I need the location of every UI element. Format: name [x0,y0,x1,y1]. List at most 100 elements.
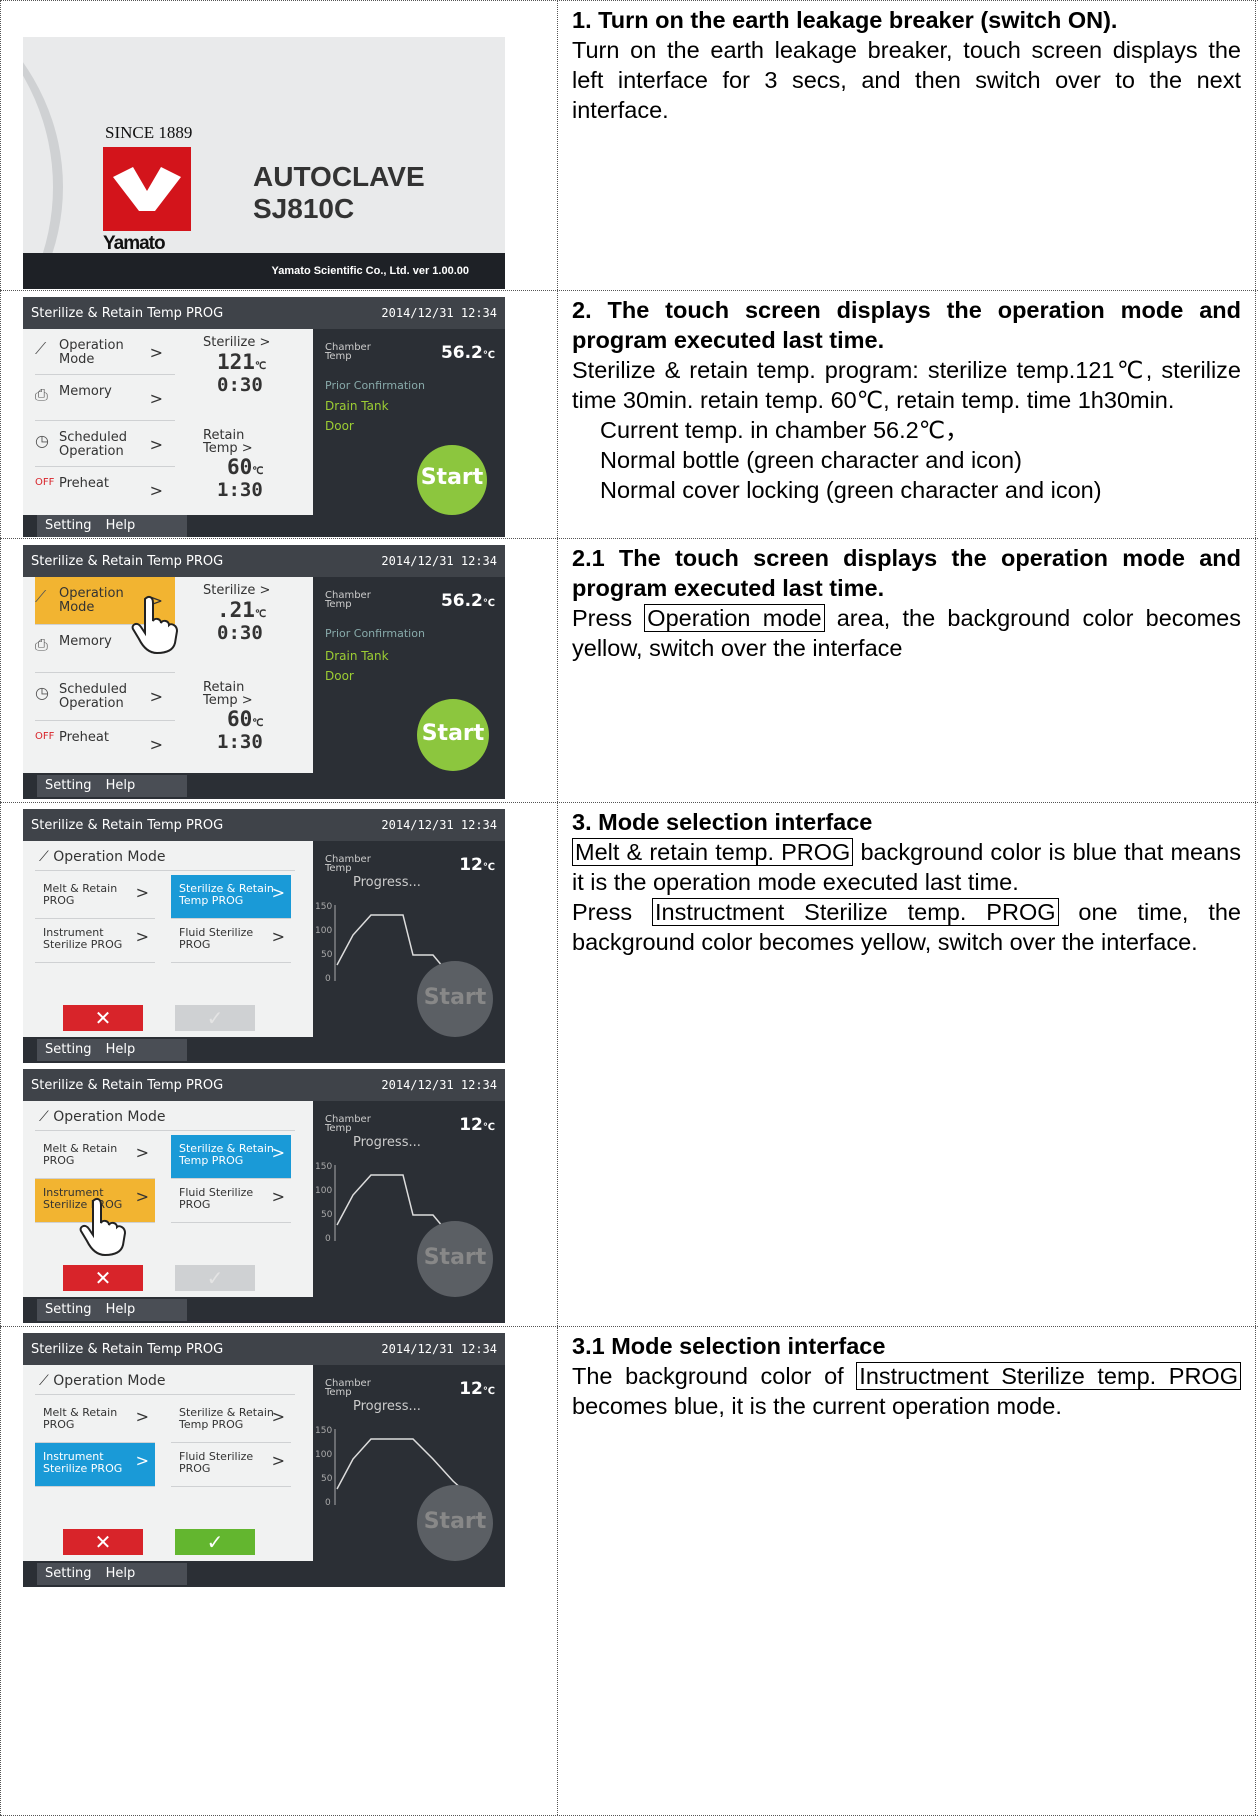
melt-retain-button[interactable]: Melt & Retain PROG > [35,875,155,919]
chart-icon: ⟋ [35,339,47,358]
start-button[interactable]: Start [417,445,487,515]
row-4-boxed-1: Melt & retain temp. PROG [572,838,854,866]
setting-button[interactable]: Setting [45,778,92,793]
mode-panel: ⟋ Operation Mode Melt & Retain PROG > Ste… [23,1365,313,1561]
screen-datetime: 2014/12/31 12:34 [381,306,497,320]
sterilize-retain-label: Sterilize & Retain Temp PROG [179,1142,274,1167]
clock-icon: ◷ [35,683,49,702]
scheduled-operation-button[interactable]: ◷ Scheduled Operation > [35,673,175,721]
help-button[interactable]: Help [106,518,136,533]
row-4-boxed-2: Instructment Sterilize temp. PROG [651,898,1059,926]
chevron-right-icon: > [135,883,149,902]
chevron-right-icon: > [135,927,149,946]
setting-help-bar[interactable]: Setting Help [37,515,187,537]
memory-button[interactable]: ⎙ Memory > [35,375,175,421]
y-tick: 50 [321,1474,333,1484]
instrument-sterilize-button[interactable]: Instrument Sterilize PROG > [35,1443,155,1487]
mode-panel: ⟋ Operation Mode Melt & Retain PROG > Ste… [23,1101,313,1297]
melt-retain-button[interactable]: Melt & Retain PROG > [35,1399,155,1443]
door-label: Door [325,419,354,433]
setting-help-bar[interactable]: Setting Help [37,1039,187,1061]
status-panel: Chamber Temp 56.2℃ Prior Confirmation Dr… [313,329,505,515]
menu-panel: ⟋ Operation Mode > ⎙ Memory > ◷ Scheduled Ope… [23,577,313,773]
progress-label: Progress... [353,1135,421,1150]
chevron-right-icon: > [135,1143,149,1162]
confirm-button[interactable]: ✓ [175,1265,255,1291]
start-button[interactable]: Start [417,699,489,771]
melt-retain-button[interactable]: Melt & Retain PROG > [35,1135,155,1179]
row-3-body-pre: Press [572,605,645,631]
chamber-value: 56.2℃ [441,591,495,611]
retain-block[interactable]: Retain Temp >60℃ 1:30 [183,429,311,501]
row-2-left: Sterilize & Retain Temp PROG 2014/12/31 1… [0,291,558,538]
screen-datetime: 2014/12/31 12:34 [381,818,497,832]
chamber-value-text: 56.2 [440,343,483,363]
progress-panel: Chamber Temp 12℃ Progress... 150 100 50 … [313,1365,505,1561]
chevron-right-icon: > [149,343,163,362]
row-1-right: 1. Turn on the earth leakage breaker (sw… [558,1,1256,290]
help-button[interactable]: Help [106,1042,136,1057]
confirm-button[interactable]: ✓ [175,1529,255,1555]
help-button[interactable]: Help [106,778,136,793]
melt-label: Melt & Retain PROG [43,1142,118,1167]
setting-button[interactable]: Setting [45,518,92,533]
cancel-button[interactable]: ✕ [63,1005,143,1031]
clock-icon: ◷ [35,431,49,450]
sterilize-text: Sterilize [203,335,256,350]
bottom-bar: Setting Help [23,773,505,799]
setting-button[interactable]: Setting [45,1302,92,1317]
y-tick: 100 [315,926,332,936]
row-5-body-post: becomes blue, it is the current operatio… [572,1393,1062,1419]
pointing-hand-icon [131,595,179,655]
sterilize-block[interactable]: Sterilize >121℃ 0:30 [183,335,311,396]
bottom-bar: Setting Help [23,515,505,537]
fluid-sterilize-button[interactable]: Fluid Sterilize PROG > [171,1443,291,1487]
row-5: Sterilize & Retain Temp PROG 2014/12/31 1… [0,1326,1258,1816]
start-button[interactable]: Start [417,1485,493,1561]
cancel-button[interactable]: ✕ [63,1265,143,1291]
setting-help-bar[interactable]: Setting Help [37,1299,187,1321]
setting-button[interactable]: Setting [45,1566,92,1581]
brand-text: Yamato [103,233,166,254]
status-panel: Chamber Temp 56.2℃ Prior Confirmation Dr… [313,577,505,773]
help-button[interactable]: Help [106,1566,136,1581]
help-button[interactable]: Help [106,1302,136,1317]
instrument-sterilize-button[interactable]: Instrument Sterilize PROG > [35,919,155,963]
memory-label: Memory [59,384,112,399]
row-3-heading: 2.1 The touch screen displays the operat… [572,545,1241,601]
start-button[interactable]: Start [417,961,493,1037]
fluid-sterilize-button[interactable]: Fluid Sterilize PROG > [171,919,291,963]
sterilize-retain-button[interactable]: Sterilize & Retain Temp PROG > [171,1399,291,1443]
row-4-right: 3. Mode selection interface Melt & retai… [558,803,1256,1326]
preheat-button[interactable]: OFF Preheat > [35,467,175,513]
screen-titlebar: Sterilize & Retain Temp PROG 2014/12/31 1… [23,1333,505,1365]
confirm-button[interactable]: ✓ [175,1005,255,1031]
retain-block[interactable]: Retain Temp >60℃ 1:30 [183,681,311,753]
retain-temp: 60℃ [183,455,311,479]
sterilize-retain-label: Sterilize & Retain Temp PROG [179,1406,274,1431]
chamber-value-text: 56.2 [440,591,483,611]
setting-help-bar[interactable]: Setting Help [37,1563,187,1585]
y-tick: 150 [315,1162,332,1172]
sterilize-retain-button[interactable]: Sterilize & Retain Temp PROG > [171,1135,291,1179]
melt-label: Melt & Retain PROG [43,882,118,907]
retain-label: Retain Temp > [203,680,253,708]
chart-icon: ⟋ [39,849,54,865]
chart-icon: ⟋ [35,587,47,606]
preheat-label: Preheat [59,476,109,491]
preheat-button[interactable]: OFF Preheat > [35,721,175,769]
operation-mode-button[interactable]: ⟋ Operation Mode > [35,329,175,375]
row-3: Sterilize & Retain Temp PROG 2014/12/31 1… [0,538,1258,802]
fluid-sterilize-button[interactable]: Fluid Sterilize PROG > [171,1179,291,1223]
setting-button[interactable]: Setting [45,1042,92,1057]
cancel-button[interactable]: ✕ [63,1529,143,1555]
screen-titlebar: Sterilize & Retain Temp PROG 2014/12/31 1… [23,1069,505,1101]
sterilize-retain-button[interactable]: Sterilize & Retain Temp PROG > [171,875,291,919]
chevron-right-icon: > [271,927,285,946]
setting-help-bar[interactable]: Setting Help [37,775,187,797]
pressed-screen: Sterilize & Retain Temp PROG 2014/12/31 1… [23,545,505,799]
scheduled-label: Scheduled Operation [59,682,127,711]
start-button[interactable]: Start [417,1221,493,1297]
sterilize-block[interactable]: Sterilize > .21℃ 0:30 [183,583,311,644]
scheduled-operation-button[interactable]: ◷ Scheduled Operation > [35,421,175,467]
